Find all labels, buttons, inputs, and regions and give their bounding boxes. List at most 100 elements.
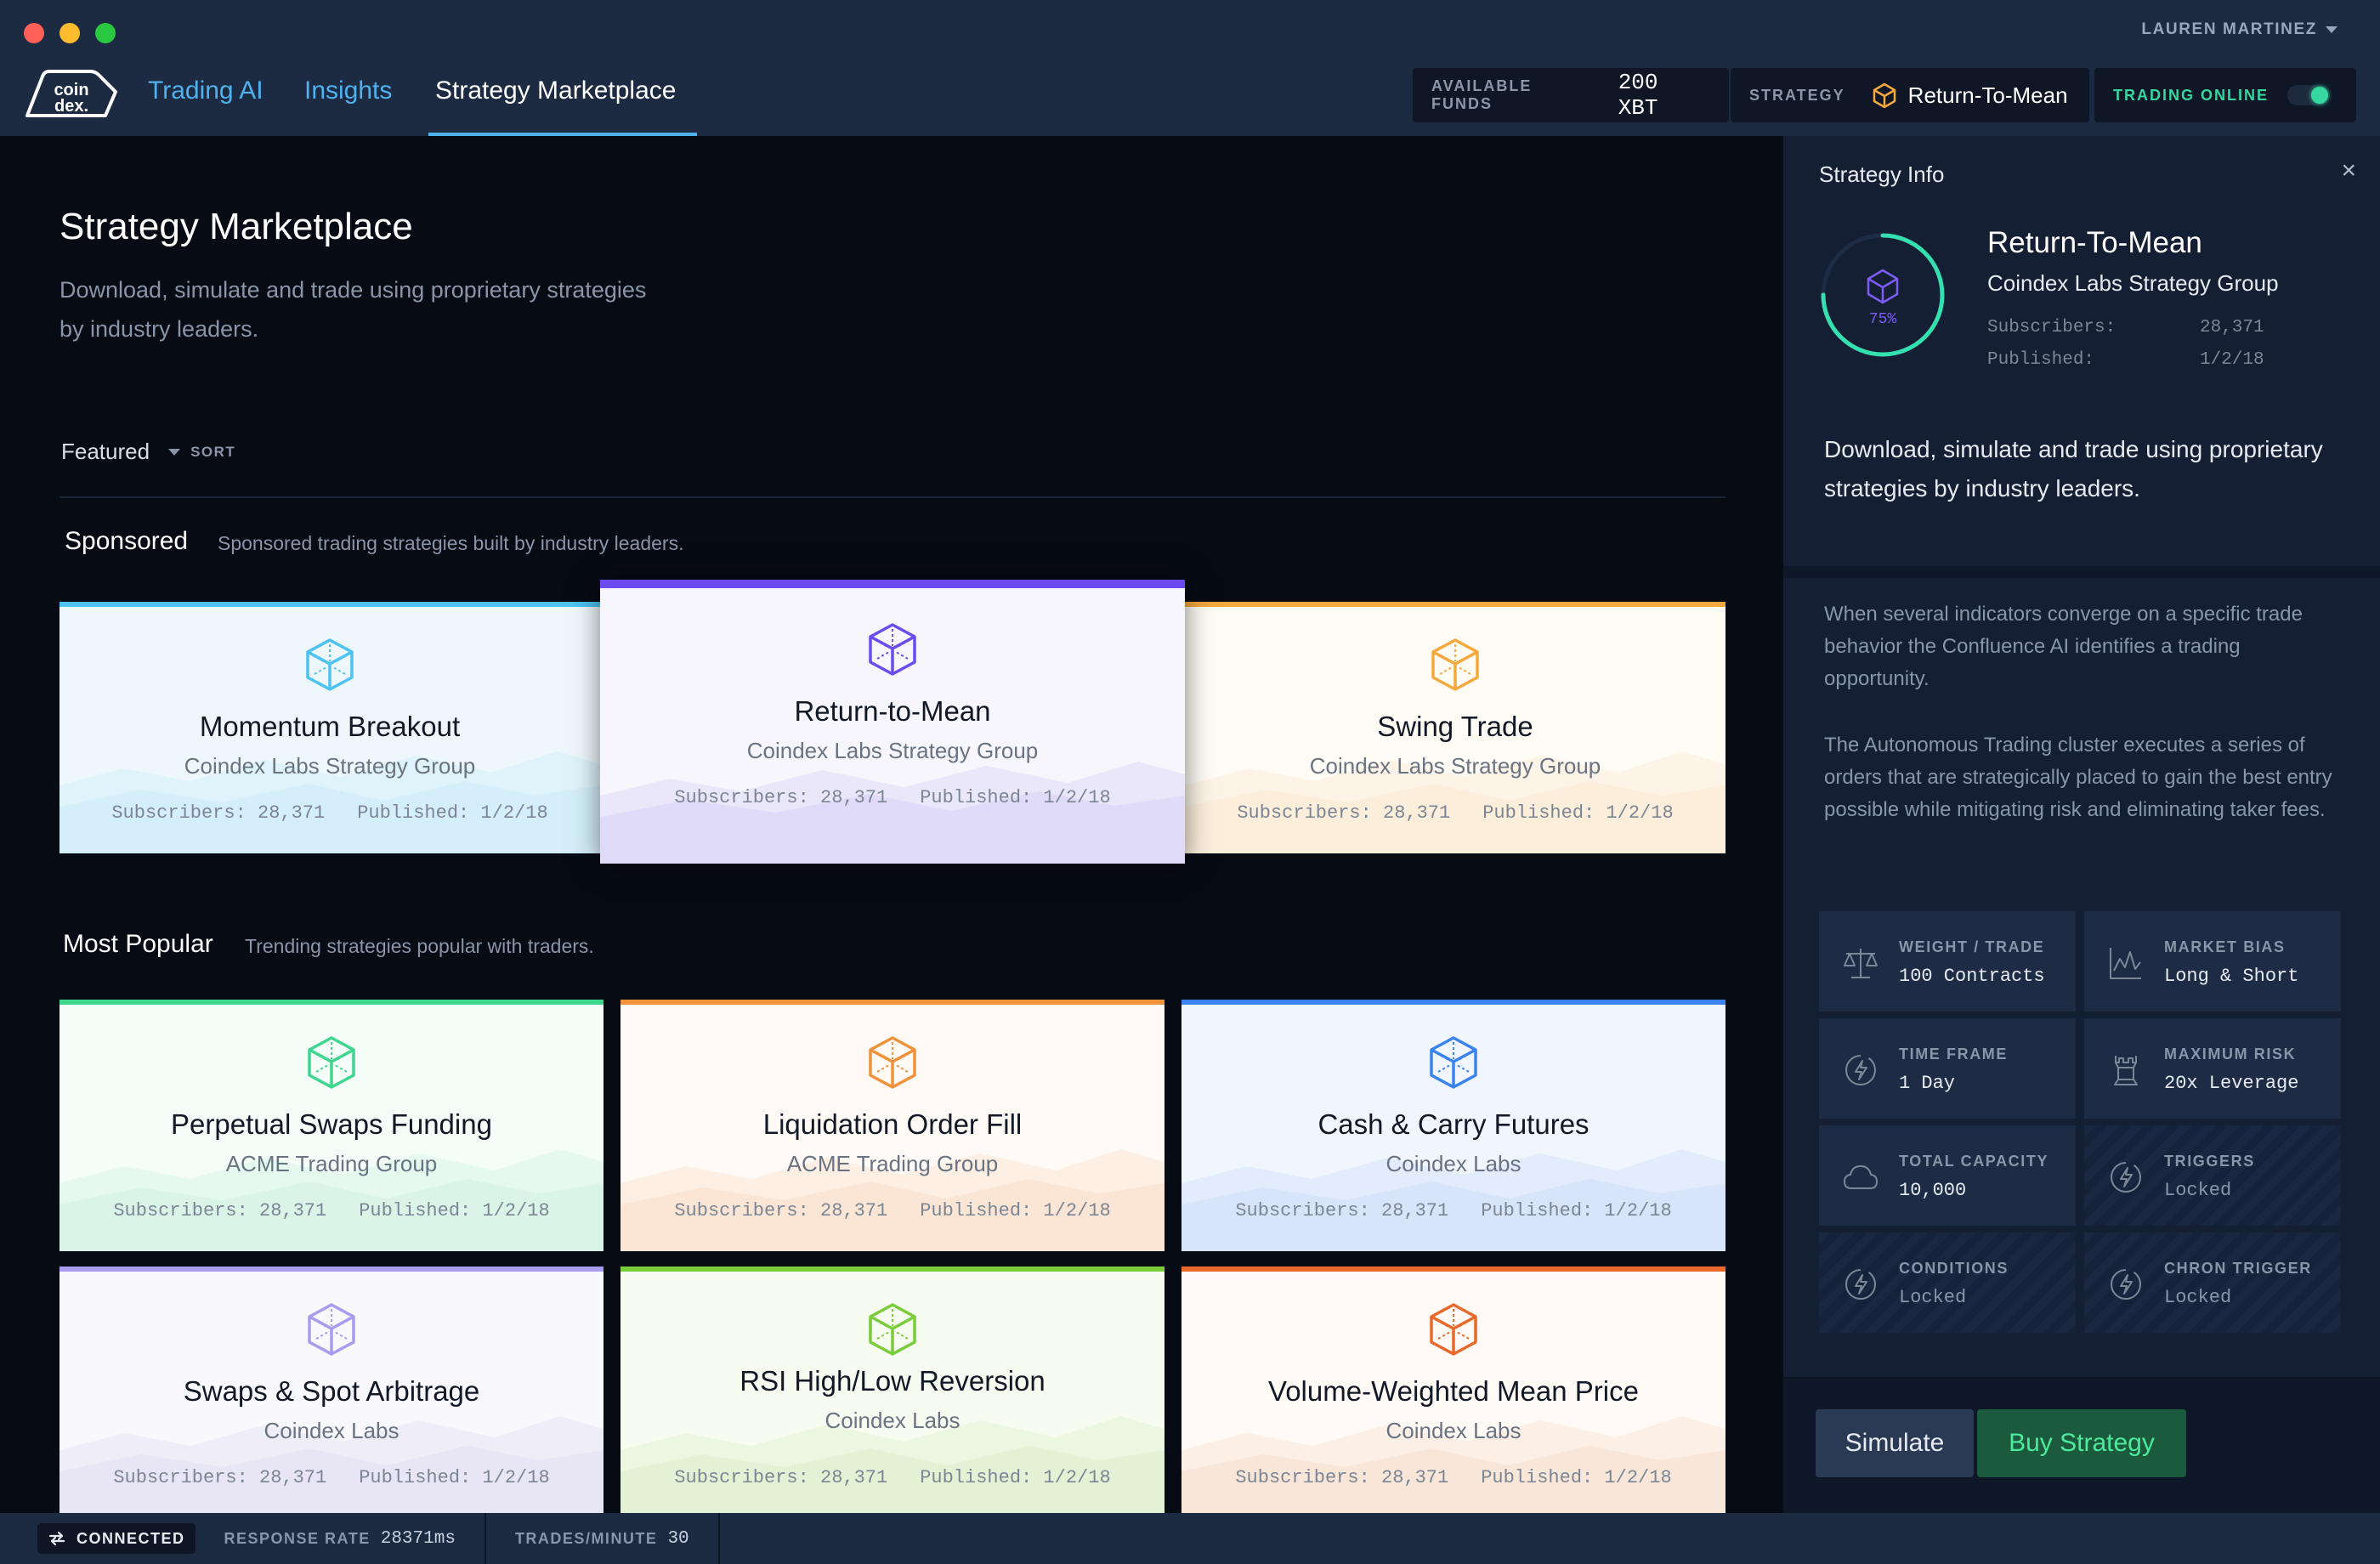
logo-line-2: dex. [54,97,88,116]
sponsored-card[interactable]: Swing Trade Coindex Labs Strategy Group Su… [1185,602,1726,853]
strategy-label: STRATEGY [1749,86,1845,104]
card-title: Liquidation Order Fill [762,1108,1023,1140]
card-published: Published: 1/2/18 [1482,802,1674,824]
cube-icon [1430,638,1481,692]
panel-divider [1783,566,2380,578]
stat-value: Locked [2164,1180,2232,1201]
close-window-button[interactable] [24,23,44,43]
card-meta: Subscribers: 28,371 Published: 1/2/18 [1182,1467,1726,1488]
stat-tile: TOTAL CAPACITY 10,000 [1819,1125,2076,1226]
card-organization: ACME Trading Group [786,1151,999,1176]
available-funds-label: AVAILABLE FUNDS [1431,77,1533,112]
card-subscribers: Subscribers: 28,371 [1237,802,1451,824]
page-subtitle: Download, simulate and trade using propr… [60,277,647,342]
stat-tile: TIME FRAME 1 Day [1819,1018,2076,1119]
cube-icon [1428,1035,1479,1090]
published-label: Published: [1987,350,2095,370]
card-subscribers: Subscribers: 28,371 [674,787,888,808]
published-row: Published: 1/2/18 [1987,350,2264,370]
card-meta: Subscribers: 28,371 Published: 1/2/18 [620,1467,1164,1488]
strategy-group: Coindex Labs Strategy Group [1987,270,2279,296]
user-name: LAUREN MARTINEZ [2141,20,2317,38]
sponsored-card[interactable]: Momentum Breakout Coindex Labs Strategy G… [60,602,600,853]
strategy-paragraph-2: The Autonomous Trading cluster executes … [1824,734,2332,821]
nav-insights[interactable]: Insights [304,76,392,136]
stat-tile[interactable]: TRIGGERS Locked [2084,1125,2341,1226]
cube-icon [304,638,355,692]
stat-value: 1 Day [1899,1073,1956,1094]
strategy-name: Return-To-Mean [1987,226,2202,259]
stat-tile[interactable]: CONDITIONS Locked [1819,1232,2076,1333]
coindex-logo[interactable]: coin dex. [24,65,119,122]
nav-strategy-marketplace[interactable]: Strategy Marketplace [428,76,697,136]
bolt-circle-icon [1845,1269,1876,1300]
stat-value: 20x Leverage [2164,1073,2299,1094]
card-organization: Coindex Labs Strategy Group [746,738,1039,763]
card-subscribers: Subscribers: 28,371 [674,1467,888,1488]
card-subscribers: Subscribers: 28,371 [113,1467,327,1488]
available-funds-value: 200 XBT [1618,70,1658,121]
popular-card[interactable]: Swaps & Spot Arbitrage Coindex Labs Subscr… [60,1266,604,1513]
strategy-description: Download, simulate and trade using propr… [1824,436,2323,502]
card-subscribers: Subscribers: 28,371 [111,802,326,824]
response-rate: RESPONSE RATE 28371ms [196,1513,484,1564]
stat-tile: WEIGHT / TRADE 100 Contracts [1819,911,2076,1012]
simulate-button[interactable]: Simulate [1816,1409,1974,1477]
card-subscribers: Subscribers: 28,371 [674,1200,888,1221]
cube-icon [306,1302,357,1357]
card-mountain-graphic [620,1132,1164,1251]
sort-label: SORT [190,443,236,460]
sync-arrows-icon [48,1531,65,1546]
trading-toggle[interactable] [2287,85,2330,105]
popular-card[interactable]: Liquidation Order Fill ACME Trading Group… [620,1000,1164,1251]
cube-icon [867,1302,918,1357]
card-mountain-graphic [60,734,600,853]
stat-label: MAXIMUM RISK [2164,1046,2297,1062]
popular-card[interactable]: Perpetual Swaps Funding ACME Trading Grou… [60,1000,604,1251]
cube-icon [867,622,918,677]
cube-icon [1867,269,1899,304]
user-menu[interactable]: LAUREN MARTINEZ [2141,20,2338,39]
nav-trading-ai[interactable]: Trading AI [148,76,264,136]
cube-icon [306,1035,357,1090]
subscription-progress-ring: 75% [1821,233,1945,357]
stat-tile[interactable]: CHRON TRIGGER Locked [2084,1232,2341,1333]
popular-card[interactable]: RSI High/Low Reversion Coindex Labs Subscr… [620,1266,1164,1513]
card-meta: Subscribers: 28,371 Published: 1/2/18 [1185,802,1726,824]
stat-label: WEIGHT / TRADE [1899,938,2045,955]
card-title: Momentum Breakout [199,711,461,742]
strategy-selector[interactable]: STRATEGY Return-To-Mean [1731,68,2089,122]
card-subscribers: Subscribers: 28,371 [1235,1200,1449,1221]
connection-status[interactable]: CONNECTED [37,1523,196,1554]
chart-line-icon [2110,948,2141,979]
stat-value: 10,000 [1899,1180,1967,1201]
maximize-window-button[interactable] [95,23,116,43]
buy-strategy-button[interactable]: Buy Strategy [1977,1409,2186,1477]
page-title: Strategy Marketplace [60,206,413,247]
stat-value: Locked [1899,1287,1967,1308]
card-meta: Subscribers: 28,371 Published: 1/2/18 [600,787,1185,808]
close-icon[interactable]: × [2341,156,2356,185]
card-organization: Coindex Labs [824,1408,960,1433]
card-published: Published: 1/2/18 [359,1200,550,1221]
sort-dropdown[interactable]: Featured SORT [61,439,235,465]
available-funds-pill: AVAILABLE FUNDS 200 XBT [1413,68,1729,122]
connected-label: CONNECTED [76,1529,185,1547]
cloud-icon [1844,1165,1878,1189]
minimize-window-button[interactable] [60,23,80,43]
progress-label: 75% [1869,311,1897,328]
sponsored-card[interactable]: Return-to-Mean Coindex Labs Strategy Grou… [600,580,1185,864]
card-accent-bar [60,602,600,607]
app-window: LAUREN MARTINEZ coin dex. Trading AI Ins… [0,0,2380,1564]
popular-card[interactable]: Volume-Weighted Mean Price Coindex Labs Su… [1182,1266,1726,1513]
bolt-circle-icon [2111,1269,2141,1300]
panel-title: Strategy Info [1819,162,1945,187]
trading-status-pill: TRADING ONLINE [2094,68,2356,122]
section-subtitle-sponsored: Sponsored trading strategies built by in… [218,532,684,554]
sort-value: Featured [61,439,150,464]
card-mountain-graphic [1185,734,1726,853]
card-accent-bar [620,1000,1164,1005]
card-meta: Subscribers: 28,371 Published: 1/2/18 [620,1200,1164,1221]
toggle-knob [2311,87,2328,104]
popular-card[interactable]: Cash & Carry Futures Coindex Labs Subscrib… [1182,1000,1726,1251]
